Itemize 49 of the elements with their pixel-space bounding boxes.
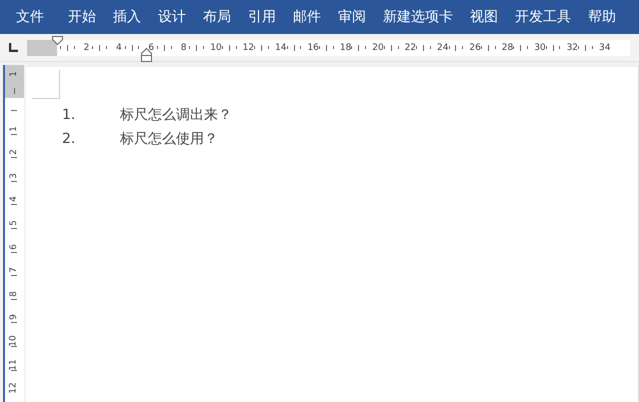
ruler-number: 22 [404, 42, 416, 52]
ruler-number: 8 [180, 42, 188, 52]
ruler-number: 16 [307, 42, 320, 52]
ruler-number: 3 [9, 172, 19, 179]
ruler-number: 6 [147, 42, 156, 52]
ribbon-tab[interactable]: 插入 [113, 8, 141, 26]
ruler-number: 5 [9, 220, 19, 226]
ruler-number: 10 [9, 335, 19, 347]
ruler-number: 2 [82, 42, 90, 52]
list-item-text: 标尺怎么使用？ [120, 130, 218, 149]
ruler-number: 32 [566, 42, 578, 52]
ruler-number: 4 [114, 42, 123, 52]
list-number: 2. [61, 130, 76, 149]
ribbon-tab[interactable]: 视图 [470, 8, 498, 26]
ruler-number: 14 [274, 42, 287, 52]
ribbon-tab[interactable]: 布局 [203, 8, 231, 26]
ruler-number: 10 [210, 42, 222, 52]
ribbon-tab[interactable]: 设计 [158, 8, 186, 26]
ruler-number: 30 [534, 42, 546, 52]
ruler-number: 7 [9, 267, 19, 274]
ruler-number: 2 [9, 149, 19, 156]
ruler-number: 28 [502, 42, 514, 52]
ribbon-tab[interactable]: 引用 [248, 8, 276, 26]
margin-corner-mark [32, 70, 60, 99]
ribbon-tab[interactable]: 审阅 [338, 8, 366, 26]
ruler-number: 4 [9, 196, 19, 202]
list-item-text: 标尺怎么调出来？ [120, 106, 232, 125]
ribbon-tab[interactable]: 新建选项卡 [383, 8, 453, 26]
ribbon-tab[interactable]: 开发工具 [515, 8, 571, 26]
ruler-number: 9 [9, 314, 19, 320]
ruler-number: 18 [340, 42, 352, 52]
tab-stop-icon[interactable] [9, 43, 18, 52]
ruler-number: 1 [9, 71, 19, 78]
ruler-number: 12 [242, 42, 254, 52]
ribbon-tab[interactable]: 开始 [68, 8, 96, 26]
list-number: 1. [61, 106, 76, 125]
ruler-number: 20 [372, 42, 384, 52]
ruler-number: 8 [9, 290, 19, 297]
ruler-number: 34 [598, 42, 611, 52]
ribbon-tab[interactable]: 帮助 [588, 8, 616, 26]
ruler-number: 6 [9, 244, 19, 250]
ruler-margin-area [27, 40, 57, 56]
ruler-number: 1 [9, 126, 19, 132]
ruler-number: 12 [9, 382, 19, 394]
ribbon-tab[interactable]: 邮件 [293, 8, 321, 26]
ruler-number: 26 [469, 42, 482, 52]
ruler-number: 24 [436, 42, 449, 52]
file-tab[interactable]: 文件 [0, 8, 56, 26]
ruler-number: 11 [9, 358, 19, 370]
